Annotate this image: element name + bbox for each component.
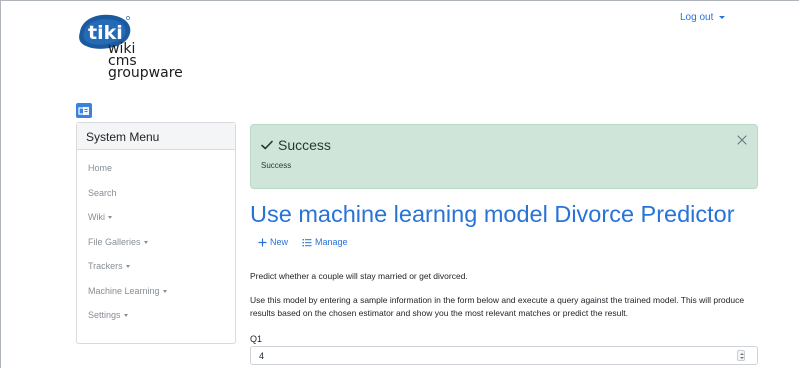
sidebar-item-wiki[interactable]: Wiki — [88, 210, 225, 235]
module-glyph-icon — [78, 106, 89, 115]
chevron-down-icon — [123, 314, 128, 317]
sidebar-item-trackers[interactable]: Trackers — [88, 259, 225, 284]
logout-dropdown[interactable]: Log out — [680, 12, 726, 23]
model-instructions: Use this model by entering a sample info… — [250, 295, 745, 318]
logo-wordmark: wiki cms groupware — [108, 42, 183, 81]
module-edit-icon[interactable] — [76, 103, 92, 118]
sidebar-item-label: Search — [88, 187, 117, 198]
sidebar-item-label: Home — [88, 163, 113, 173]
chevron-down-icon — [719, 16, 726, 19]
sidebar-item-label: Machine Learning — [88, 285, 160, 296]
sidebar-item-label: Settings — [88, 310, 121, 320]
sidebar-item-machine-learning[interactable]: Machine Learning — [88, 284, 225, 309]
manage-button[interactable]: Manage — [302, 237, 348, 247]
chevron-down-icon — [162, 289, 167, 293]
q1-input[interactable] — [250, 346, 758, 365]
sidebar-item-home[interactable]: Home — [88, 161, 225, 186]
tiki-logo[interactable]: tiki wiki cms groupware — [76, 10, 196, 90]
check-icon — [261, 140, 273, 150]
sidebar-item-settings[interactable]: Settings — [88, 308, 225, 333]
page-actions: New Manage — [258, 237, 348, 247]
q1-label: Q1 — [250, 334, 263, 344]
page-title: Use machine learning model Divorce Predi… — [250, 201, 735, 227]
sidebar-item-label: Trackers — [88, 261, 123, 271]
new-button[interactable]: New — [258, 237, 288, 247]
alert-title: Success — [261, 137, 331, 153]
q1-spinner[interactable] — [737, 350, 745, 361]
plus-icon — [258, 237, 267, 247]
alert-title-text: Success — [278, 137, 331, 153]
system-menu-title: System Menu — [77, 123, 235, 150]
system-menu: System Menu Home Search Wiki File Galler… — [76, 122, 236, 344]
model-description: Predict whether a couple will stay marri… — [250, 271, 468, 281]
chevron-down-icon — [143, 240, 148, 244]
success-alert: Success Success — [250, 124, 758, 189]
logout-label: Log out — [680, 12, 714, 23]
chevron-down-icon — [108, 216, 112, 219]
logo-line-groupware: groupware — [108, 65, 183, 81]
sidebar-item-search[interactable]: Search — [88, 186, 225, 211]
alert-body: Success — [261, 161, 292, 170]
sidebar-item-label: Wiki — [88, 212, 105, 222]
system-menu-list: Home Search Wiki File Galleries Trackers… — [77, 150, 235, 333]
new-button-label: New — [270, 237, 289, 247]
sidebar-item-label: File Galleries — [88, 236, 141, 247]
sidebar-item-file-galleries[interactable]: File Galleries — [88, 235, 225, 260]
list-icon — [302, 238, 312, 246]
chevron-down-icon — [125, 265, 130, 268]
manage-button-label: Manage — [315, 237, 348, 247]
close-icon[interactable] — [736, 134, 748, 146]
